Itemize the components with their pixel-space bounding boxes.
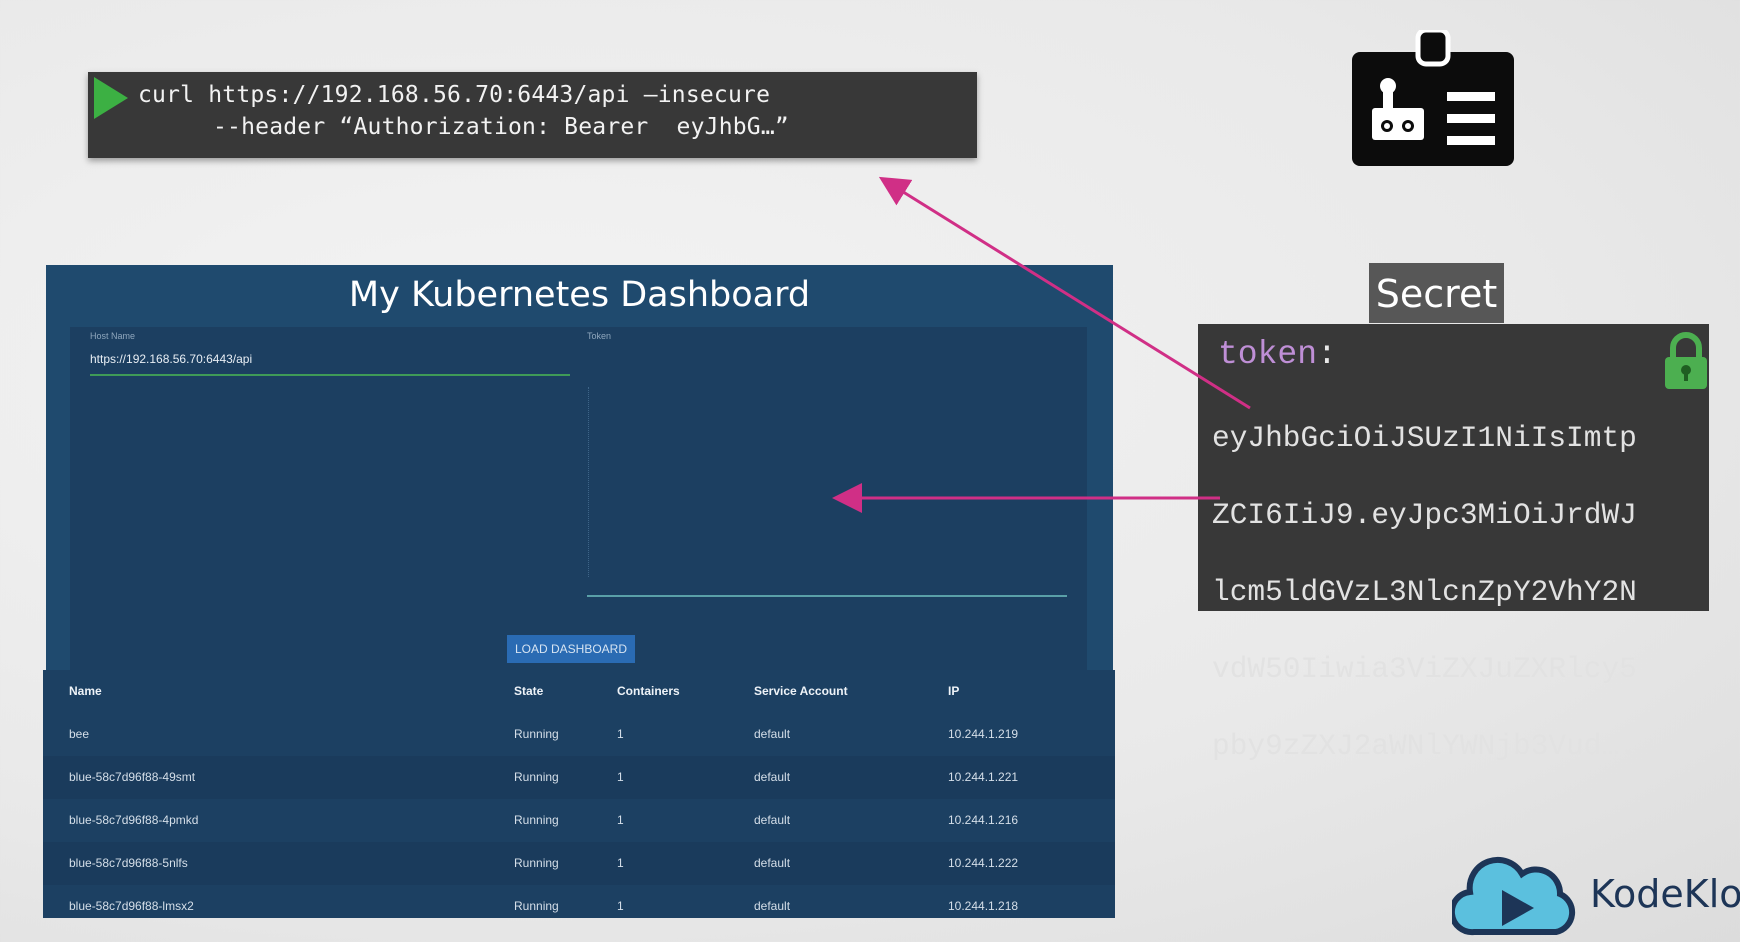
table-header-row: Name State Containers Service Account IP <box>43 670 1115 713</box>
secret-key-name: token <box>1218 336 1318 373</box>
load-dashboard-button[interactable]: LOAD DASHBOARD <box>507 635 635 663</box>
token-underline <box>587 595 1067 597</box>
column-header-ip[interactable]: IP <box>948 684 959 698</box>
pod-state: Running <box>514 770 559 784</box>
dashboard-title: My Kubernetes Dashboard <box>348 275 811 315</box>
secret-key-colon: : <box>1317 336 1337 373</box>
token-textarea[interactable] <box>588 387 590 577</box>
pod-state: Running <box>514 813 559 827</box>
host-name-label: Host Name <box>90 331 136 341</box>
token-line-2: ZCI6IiJ9.eyJpc3MiOiJrdWJ <box>1212 497 1637 532</box>
pod-ip: 10.244.1.222 <box>948 856 1019 870</box>
pod-ip: 10.244.1.219 <box>948 727 1019 741</box>
column-header-state[interactable]: State <box>514 684 543 698</box>
service-account-badge-icon <box>1352 30 1514 166</box>
host-name-input[interactable]: https://192.168.56.70:6443/api <box>90 352 252 366</box>
pod-ip: 10.244.1.216 <box>948 813 1019 827</box>
table-row[interactable]: bee Running 1 default 10.244.1.219 <box>43 713 1115 756</box>
table-row[interactable]: blue-58c7d96f88-lmsx2 Running 1 default … <box>43 885 1115 928</box>
pod-service-account: default <box>754 899 791 913</box>
pod-ip: 10.244.1.218 <box>948 899 1019 913</box>
column-header-containers[interactable]: Containers <box>617 684 680 698</box>
table-row[interactable]: blue-58c7d96f88-5nlfs Running 1 default … <box>43 842 1115 885</box>
column-header-service-account[interactable]: Service Account <box>754 684 848 698</box>
pod-name: blue-58c7d96f88-4pmkd <box>69 813 199 827</box>
curl-command-line-2: --header “Authorization: Bearer eyJhbG…” <box>213 114 789 140</box>
pod-ip: 10.244.1.221 <box>948 770 1019 784</box>
kubernetes-dashboard-window: My Kubernetes Dashboard Host Name https:… <box>46 265 1113 670</box>
pod-name: bee <box>69 727 90 741</box>
secret-token-value: eyJhbGciOiJSUzI1NiIsImtp ZCI6IiJ9.eyJpc3… <box>1212 380 1702 804</box>
pod-containers: 1 <box>617 856 624 870</box>
curl-command-line-1: curl https://192.168.56.70:6443/api –ins… <box>138 82 771 108</box>
host-name-underline <box>90 374 570 376</box>
curl-command-box: curl https://192.168.56.70:6443/api –ins… <box>88 72 977 158</box>
pod-service-account: default <box>754 813 791 827</box>
pod-state: Running <box>514 727 559 741</box>
table-row[interactable]: blue-58c7d96f88-49smt Running 1 default … <box>43 756 1115 799</box>
pod-service-account: default <box>754 770 791 784</box>
pod-service-account: default <box>754 856 791 870</box>
pod-containers: 1 <box>617 899 624 913</box>
kodekloud-logo-text: KodeKlou <box>1590 872 1740 916</box>
secret-token-box: token: eyJhbGciOiJSUzI1NiIsImtp ZCI6IiJ9… <box>1198 324 1709 763</box>
token-line-5: pby9zZXJ2aWNlYWNjb3Vud…. <box>1212 728 1637 763</box>
play-icon <box>94 77 128 119</box>
token-line-1: eyJhbGciOiJSUzI1NiIsImtp <box>1212 420 1637 455</box>
pod-service-account: default <box>754 727 791 741</box>
pod-state: Running <box>514 899 559 913</box>
pod-name: blue-58c7d96f88-49smt <box>69 770 196 784</box>
pod-containers: 1 <box>617 770 624 784</box>
dashboard-form-panel: Host Name https://192.168.56.70:6443/api… <box>70 327 1087 670</box>
column-header-name[interactable]: Name <box>69 684 102 698</box>
pod-containers: 1 <box>617 813 624 827</box>
pod-name: blue-58c7d96f88-5nlfs <box>69 856 188 870</box>
pod-containers: 1 <box>617 727 624 741</box>
secret-key-label: token: <box>1218 336 1337 373</box>
pod-state: Running <box>514 856 559 870</box>
kodekloud-logo-icon <box>1452 856 1576 936</box>
token-line-3: lcm5ldGVzL3NlcnZpY2VhY2N <box>1212 574 1637 609</box>
secret-tab-label: Secret <box>1369 263 1504 323</box>
pod-name: blue-58c7d96f88-lmsx2 <box>69 899 194 913</box>
token-label: Token <box>587 331 612 341</box>
pods-table: Name State Containers Service Account IP… <box>43 670 1115 918</box>
table-row[interactable]: blue-58c7d96f88-4pmkd Running 1 default … <box>43 799 1115 842</box>
token-line-4: vdW50Iiwia3ViZXJuZXRlcy5 <box>1212 651 1637 686</box>
